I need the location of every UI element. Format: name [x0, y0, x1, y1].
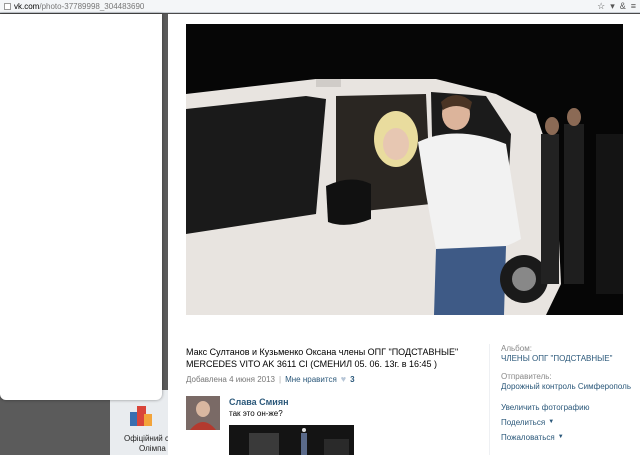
- extension-icon[interactable]: &: [620, 1, 626, 11]
- like-button[interactable]: Мне нравится: [285, 375, 337, 384]
- enlarge-photo-link[interactable]: Увеличить фотографию: [501, 400, 634, 415]
- album-link[interactable]: ЧЛЕНЫ ОПГ "ПОДСТАВНЫЕ": [501, 354, 634, 364]
- meta-separator: |: [279, 374, 282, 384]
- avatar[interactable]: [186, 396, 220, 430]
- photo[interactable]: [186, 24, 623, 315]
- chevron-down-icon: ▼: [548, 419, 555, 425]
- address-url[interactable]: vk.com/photo-37789998_304483690: [14, 2, 144, 11]
- sender-block: Отправитель: Дорожный контроль Симферопо…: [501, 372, 634, 392]
- url-host: vk.com: [14, 1, 40, 11]
- side-popup-panel: [0, 14, 162, 400]
- photo-info-column: Альбом: ЧЛЕНЫ ОПГ "ПОДСТАВНЫЕ" Отправите…: [489, 344, 634, 455]
- photo-image: [186, 24, 623, 315]
- tools-icon[interactable]: ▾: [610, 1, 615, 12]
- share-label: Поделиться: [501, 418, 546, 427]
- comment-text: так это он-же?: [229, 409, 283, 418]
- album-block: Альбом: ЧЛЕНЫ ОПГ "ПОДСТАВНЫЕ": [501, 344, 634, 364]
- chevron-down-icon: ▼: [557, 434, 564, 440]
- comment-attachment-photo[interactable]: [229, 425, 354, 455]
- photo-meta: Добавлена 4 июня 2013 | Мне нравится ♥ 3: [186, 374, 355, 384]
- browser-address-bar[interactable]: vk.com/photo-37789998_304483690 ☆ ▾ & ≡: [0, 0, 640, 13]
- report-dropdown[interactable]: Пожаловаться ▼: [501, 430, 634, 445]
- url-path: /photo-37789998_304483690: [39, 1, 145, 11]
- like-count[interactable]: 3: [350, 375, 354, 384]
- sender-label: Отправитель:: [501, 372, 552, 381]
- comment-author[interactable]: Слава Смиян: [229, 397, 289, 407]
- photo-date: Добавлена 4 июня 2013: [186, 374, 275, 384]
- menu-icon[interactable]: ≡: [631, 1, 636, 11]
- photo-viewer: Макс Султанов и Кузьменко Оксана члены О…: [168, 14, 640, 455]
- sender-link[interactable]: Дорожный контроль Симферополь: [501, 382, 634, 392]
- browser-tools: ☆ ▾ & ≡: [597, 1, 636, 12]
- enlarge-photo-label: Увеличить фотографию: [501, 403, 590, 412]
- background-text: Офіційний с: [124, 434, 169, 443]
- star-icon[interactable]: ☆: [597, 1, 605, 12]
- heart-icon[interactable]: ♥: [341, 374, 346, 384]
- share-dropdown[interactable]: Поделиться ▼: [501, 415, 634, 430]
- page-icon: [4, 2, 11, 10]
- report-label: Пожаловаться: [501, 433, 555, 442]
- background-text: Олімпа: [139, 444, 166, 453]
- album-label: Альбом:: [501, 344, 532, 353]
- photo-caption: Макс Султанов и Кузьменко Оксана члены О…: [186, 347, 459, 369]
- vk-logo: [130, 406, 152, 426]
